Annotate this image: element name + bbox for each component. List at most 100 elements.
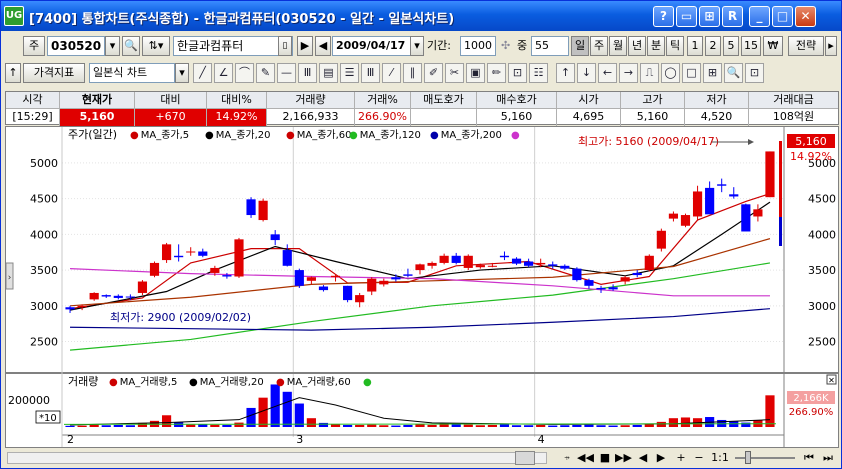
volume-bar [77, 425, 87, 427]
diagonal-icon[interactable]: ⁄ [382, 63, 401, 83]
stock-code-input[interactable]: 030520 [47, 36, 105, 56]
interval-15-button[interactable]: 15 [741, 36, 761, 56]
template-icon[interactable]: ☷ [529, 63, 548, 83]
settings-icon[interactable]: ⊡ [745, 63, 764, 83]
volume-bar [620, 425, 630, 427]
strategy-button[interactable]: 전략 [788, 36, 824, 56]
title-bar[interactable]: UG [7400] 통합차트(주식종합) - 한글과컴퓨터(030520 - 일… [1, 1, 841, 31]
period-minute-button[interactable]: 분 [647, 36, 665, 56]
chart-type-select[interactable]: 일본식 차트 [89, 63, 175, 83]
zoom-slider[interactable] [735, 457, 795, 459]
interval-5-button[interactable]: 5 [723, 36, 739, 56]
grid-icon[interactable]: ▤ [319, 63, 338, 83]
period-week-button[interactable]: 주 [590, 36, 608, 56]
volume-bar [125, 425, 135, 427]
minimize-button[interactable]: _ [749, 6, 770, 27]
trendline-icon[interactable]: ╱ [193, 63, 212, 83]
period-month-button[interactable]: 월 [609, 36, 627, 56]
gann-icon[interactable]: Ⅲ [361, 63, 380, 83]
channel-icon[interactable]: ☰ [340, 63, 359, 83]
market-button[interactable]: 주 [23, 36, 45, 56]
arrow-right-icon[interactable]: → [619, 63, 638, 83]
quote-header-bid: 매수호가 [477, 92, 557, 109]
zoom-slider-thumb[interactable] [745, 451, 751, 464]
ratio-icon[interactable]: 1:1 [710, 449, 730, 466]
period-day-button[interactable]: 일 [571, 36, 589, 56]
play-left-icon[interactable]: ◀ [635, 449, 651, 466]
volume-bar [499, 424, 510, 427]
rewind-icon[interactable]: ◀◀ [577, 449, 594, 466]
stop-icon[interactable]: ■ [597, 449, 613, 466]
interval-1-button[interactable]: 1 [687, 36, 703, 56]
prev-stock-button[interactable]: ◀ [315, 36, 331, 56]
quote-header-volume: 거래량 [267, 92, 355, 109]
toolbar-drawing: ↑ 가격지표 일본식 차트 ▾ ╱ ∠ ⌒ ✎ — Ⅲ ▤ ☰ Ⅲ ⁄ ∥ ✐ ✂ ▣ ✏ ⊡ ☷ ↑ ↓ ← → ⎍ ◯ □… [5, 63, 839, 85]
zoom-box-icon[interactable]: ⊞ [703, 63, 722, 83]
price-legend-title: 주가(일간) [68, 127, 117, 141]
move-icon[interactable]: ✣ [501, 36, 510, 56]
refresh-button[interactable]: R [722, 6, 743, 27]
chart-area[interactable]: 주가(일간) ● MA_종가,5 ● MA_종가,20 ● MA_종가,60 ● MA_… [5, 126, 839, 448]
close-button[interactable]: ✕ [795, 6, 816, 27]
memo-icon[interactable]: ▯ [278, 36, 292, 56]
period-tick-button[interactable]: 틱 [666, 36, 684, 56]
next-stock-button[interactable]: ▶ [297, 36, 313, 56]
zoom-out-icon[interactable]: − [691, 449, 707, 466]
date-dropdown-icon[interactable]: ▾ [410, 36, 424, 56]
volume-axis-tick: 200000 [8, 394, 50, 407]
select-icon[interactable]: ⊡ [508, 63, 527, 83]
interval-2-button[interactable]: 2 [705, 36, 721, 56]
bottom-navigation: ⍆ ◀◀ ■ ▶▶ ◀ ▶ + − 1:1 ⏮ ⏭ [5, 448, 839, 468]
horizontal-scrollbar[interactable] [7, 452, 547, 464]
circle-icon[interactable]: ◯ [661, 63, 680, 83]
arrow-left-icon[interactable]: ← [598, 63, 617, 83]
angle-icon[interactable]: ∠ [214, 63, 233, 83]
price-tick-label-left: 5000 [30, 157, 58, 170]
period-input[interactable]: 1000 [460, 36, 496, 56]
volume-bar [306, 418, 316, 427]
scroll-mode-icon[interactable]: ⍆ [559, 449, 575, 466]
scroll-thumb[interactable] [515, 451, 535, 465]
fibonacci-icon[interactable]: Ⅲ [298, 63, 317, 83]
sort-icon[interactable]: ⇅▾ [142, 36, 170, 56]
layout-button[interactable]: ▭ [676, 6, 697, 27]
date-input[interactable]: 2009/04/17 [332, 36, 414, 56]
horizontal-line-icon[interactable]: — [277, 63, 296, 83]
chart-type-dropdown-icon[interactable]: ▾ [175, 63, 189, 83]
volume-bar [161, 415, 172, 427]
candle [258, 198, 268, 222]
parallel-icon[interactable]: ∥ [403, 63, 422, 83]
arrow-up-icon[interactable]: ↑ [556, 63, 575, 83]
play-right-icon[interactable]: ▶ [653, 449, 669, 466]
quote-header-ask: 매도호가 [411, 92, 477, 109]
zoom-in-icon[interactable]: + [673, 449, 689, 466]
maximize-button[interactable]: □ [772, 6, 793, 27]
svg-text:✕: ✕ [828, 376, 835, 385]
volume-bar [403, 424, 413, 427]
magnify-icon[interactable]: 🔍 [724, 63, 743, 83]
rectangle-icon[interactable]: □ [682, 63, 701, 83]
period-year-button[interactable]: 년 [628, 36, 646, 56]
search-icon[interactable]: 🔍 [122, 36, 140, 56]
chart-svg[interactable]: 주가(일간) ● MA_종가,5 ● MA_종가,20 ● MA_종가,60 ● MA_… [5, 127, 838, 447]
pen-icon[interactable]: ✎ [256, 63, 275, 83]
cut-icon[interactable]: ✂ [445, 63, 464, 83]
arrow-down-icon[interactable]: ↓ [577, 63, 596, 83]
indicator-button[interactable]: 가격지표 [23, 63, 85, 83]
code-dropdown-icon[interactable]: ▾ [105, 36, 120, 56]
first-page-icon[interactable]: ⏮ [801, 449, 817, 466]
color-icon[interactable]: ▣ [466, 63, 485, 83]
fast-forward-icon[interactable]: ▶▶ [615, 449, 632, 466]
last-page-icon[interactable]: ⏭ [820, 449, 836, 466]
toolbar-scroll-icon[interactable]: ▸ [825, 36, 837, 56]
candle [149, 261, 160, 278]
arc-icon[interactable]: ⌒ [235, 63, 254, 83]
up-arrow-icon[interactable]: ↑ [5, 63, 21, 83]
currency-button[interactable]: ₩ [763, 36, 783, 56]
help-button[interactable]: ? [653, 6, 674, 27]
brush-icon[interactable]: ✐ [424, 63, 443, 83]
grid-button[interactable]: ⊞ [699, 6, 720, 27]
eraser-icon[interactable]: ✏ [487, 63, 506, 83]
count-input[interactable]: 55 [531, 36, 569, 56]
text-icon[interactable]: ⎍ [640, 63, 659, 83]
